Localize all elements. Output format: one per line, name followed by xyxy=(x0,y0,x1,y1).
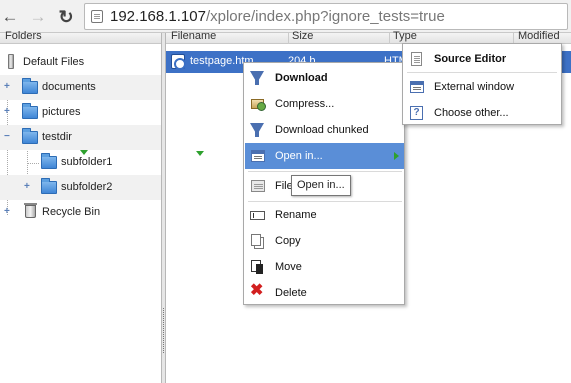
submenu-item-choose-other[interactable]: ? Choose other... xyxy=(404,100,561,125)
submenu-arrow-icon xyxy=(394,152,399,160)
file-properties-icon xyxy=(250,178,265,193)
open-in-submenu: Source Editor External window ? Choose o… xyxy=(402,43,562,125)
menu-item-open-in[interactable]: Open in... xyxy=(245,143,404,169)
submenu-item-source-editor[interactable]: Source Editor xyxy=(404,46,561,71)
address-bar[interactable]: 192.168.1.107/xplore/index.php?ignore_te… xyxy=(84,3,568,30)
tree-item-label: documents xyxy=(42,81,96,93)
tree-item-label: Default Files xyxy=(23,56,85,68)
tree-item-documents[interactable]: + documents xyxy=(0,75,161,100)
tooltip: Open in... xyxy=(291,175,351,196)
folder-icon xyxy=(22,78,38,94)
drop-target-arrow-icon xyxy=(196,151,204,156)
splitter-grip[interactable] xyxy=(163,308,164,353)
folder-tree-panel: Folders Default Files + documents + pict… xyxy=(0,30,161,383)
download-chunked-icon xyxy=(250,122,265,137)
tree-item-recycle-bin[interactable]: + Recycle Bin xyxy=(0,200,161,225)
url-text[interactable]: 192.168.1.107/xplore/index.php?ignore_te… xyxy=(110,8,445,25)
forward-arrow-icon[interactable]: → xyxy=(28,7,48,27)
browser-toolbar: ← → ↻ 192.168.1.107/xplore/index.php?ign… xyxy=(0,0,571,33)
menu-item-label: Copy xyxy=(275,235,301,247)
drop-target-arrow-icon xyxy=(80,150,88,155)
download-funnel-icon xyxy=(250,70,265,85)
move-icon xyxy=(250,259,265,274)
tree-item-default-files[interactable]: Default Files xyxy=(0,50,161,75)
page-icon xyxy=(91,10,103,23)
tree-item-label: subfolder1 xyxy=(61,156,113,168)
tree-item-label: pictures xyxy=(42,106,81,118)
menu-item-label: External window xyxy=(434,81,515,93)
menu-separator xyxy=(248,171,402,172)
folder-icon xyxy=(22,103,38,119)
reload-icon[interactable]: ↻ xyxy=(56,7,76,27)
rename-icon xyxy=(250,207,265,222)
column-divider[interactable] xyxy=(389,33,390,44)
folder-icon xyxy=(41,178,57,194)
copy-icon xyxy=(250,233,265,248)
tree-header: Folders xyxy=(0,30,161,44)
menu-item-label: Download xyxy=(275,72,328,84)
column-divider[interactable] xyxy=(288,33,289,44)
delete-icon: ✖ xyxy=(250,282,264,299)
menu-item-label: Move xyxy=(275,261,302,273)
tree-item-label: Recycle Bin xyxy=(42,206,101,218)
expand-icon[interactable]: + xyxy=(4,206,10,217)
recycle-bin-icon xyxy=(24,203,37,218)
tree-item-testdir[interactable]: − testdir xyxy=(0,125,161,150)
expand-icon[interactable]: + xyxy=(24,181,30,192)
html-file-icon xyxy=(171,54,186,70)
menu-item-label: Rename xyxy=(275,209,317,221)
menu-separator xyxy=(407,72,557,73)
external-window-icon xyxy=(409,79,424,94)
menu-item-label: Open in... xyxy=(275,150,323,162)
help-icon: ? xyxy=(409,105,424,120)
tree-item-pictures[interactable]: + pictures xyxy=(0,100,161,125)
submenu-item-external-window[interactable]: External window xyxy=(404,74,561,99)
tree-header-label: Folders xyxy=(5,30,42,42)
column-header-size[interactable]: Size xyxy=(292,30,313,42)
collapse-icon[interactable]: − xyxy=(4,131,10,142)
url-path: /xplore/index.php?ignore_tests=true xyxy=(205,8,445,25)
menu-item-download-chunked[interactable]: Download chunked xyxy=(245,117,404,143)
menu-item-label: Source Editor xyxy=(434,53,507,65)
menu-item-download[interactable]: Download xyxy=(245,65,404,91)
expand-icon[interactable]: + xyxy=(4,81,10,92)
menu-item-copy[interactable]: Copy xyxy=(245,228,404,254)
menu-item-label: Delete xyxy=(275,287,307,299)
column-header-filename[interactable]: Filename xyxy=(171,30,216,42)
drive-icon xyxy=(8,54,14,69)
tree-item-subfolder2[interactable]: + subfolder2 xyxy=(0,175,161,200)
open-window-icon xyxy=(250,148,265,163)
column-header-modified[interactable]: Modified xyxy=(518,30,560,42)
source-editor-icon xyxy=(409,51,424,66)
menu-item-label: Compress... xyxy=(275,98,335,110)
expand-icon[interactable]: + xyxy=(4,106,10,117)
menu-item-move[interactable]: Move xyxy=(245,254,404,280)
url-host: 192.168.1.107 xyxy=(110,8,206,25)
menu-item-label: Choose other... xyxy=(434,107,509,119)
menu-item-compress[interactable]: Compress... xyxy=(245,91,404,117)
tree-item-label: testdir xyxy=(42,131,72,143)
folder-icon xyxy=(41,153,57,169)
tree-item-label: subfolder2 xyxy=(61,181,113,193)
compress-box-icon xyxy=(250,96,266,111)
back-arrow-icon[interactable]: ← xyxy=(0,7,20,27)
menu-item-label: Download chunked xyxy=(275,124,369,136)
folder-icon xyxy=(22,128,38,144)
menu-item-rename[interactable]: Rename xyxy=(245,202,404,228)
menu-item-delete[interactable]: ✖ Delete xyxy=(245,280,404,306)
column-header-type[interactable]: Type xyxy=(393,30,417,42)
